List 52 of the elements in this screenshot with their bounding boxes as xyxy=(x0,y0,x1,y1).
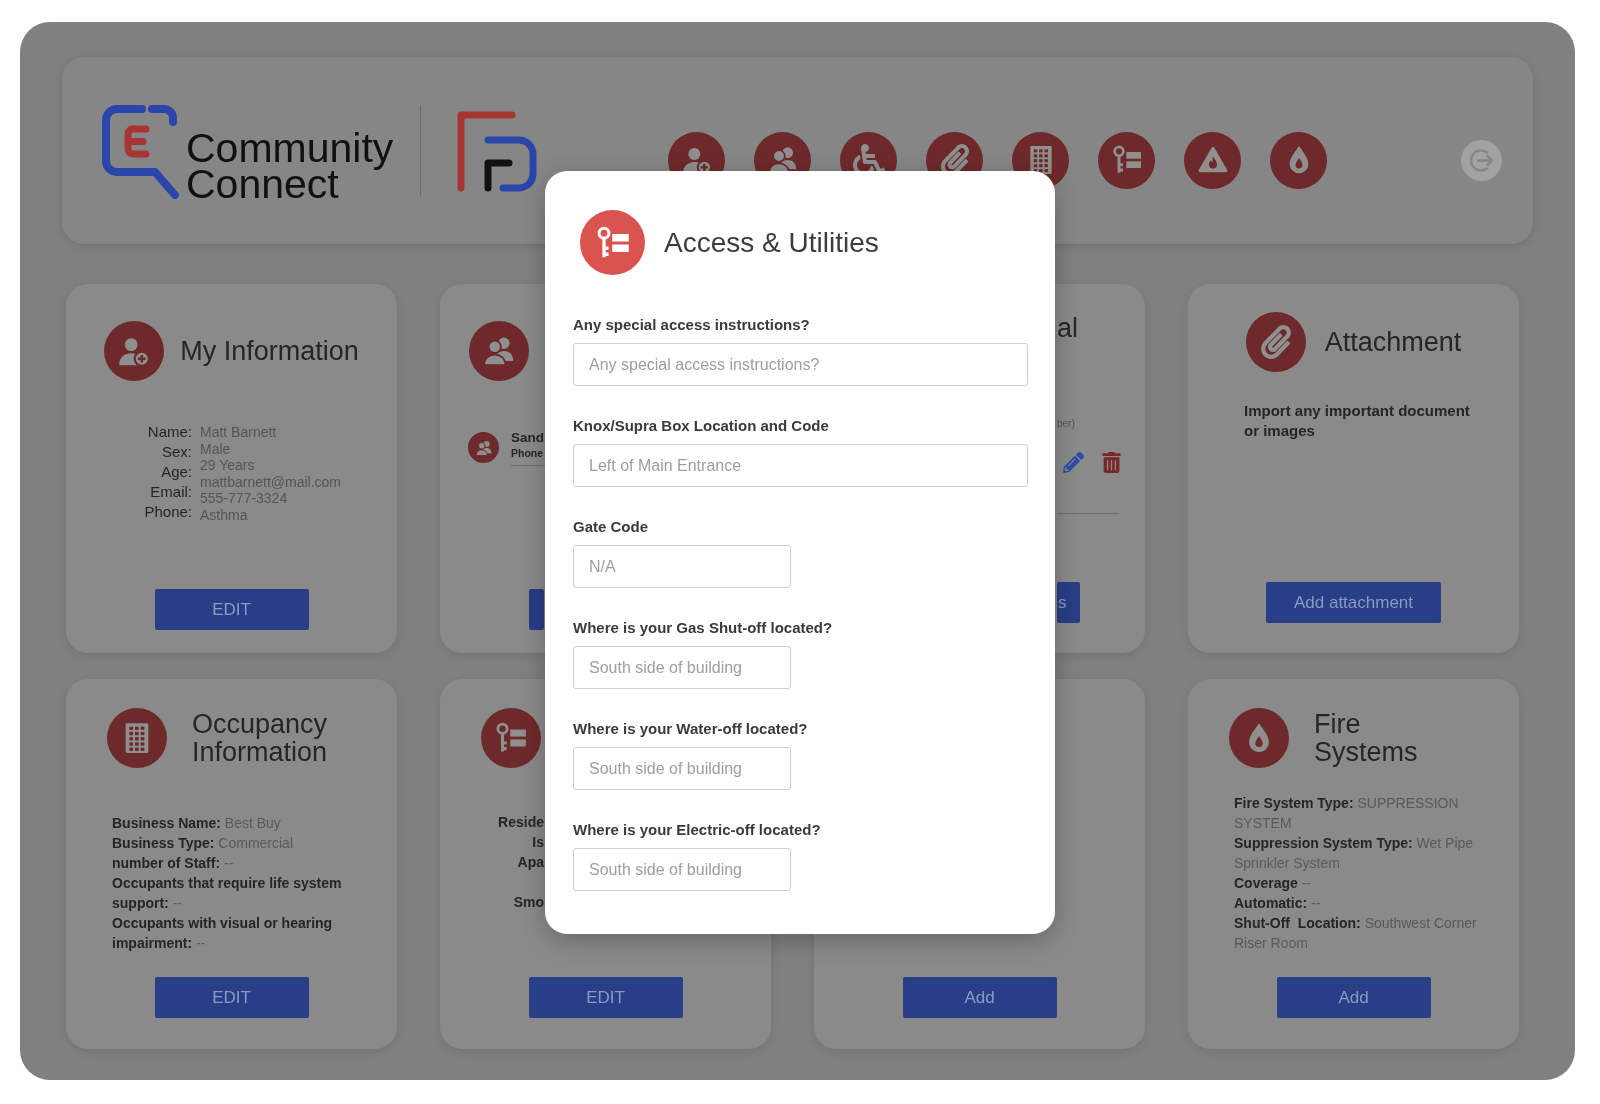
input-field[interactable]: South side of building xyxy=(573,646,791,689)
card-title: al xyxy=(1057,312,1078,344)
input-field[interactable]: Any special access instructions? xyxy=(573,343,1028,386)
field-label: Where is your Gas Shut-off located? xyxy=(573,618,833,638)
info-label: Email: xyxy=(150,482,192,502)
detail-line: Automatic: -- xyxy=(1234,894,1321,913)
detail-label: Is xyxy=(532,833,544,852)
logo-text: Community Connect xyxy=(186,130,395,202)
info-label: Age: xyxy=(161,462,192,482)
card-title: Fire Systems xyxy=(1314,710,1419,766)
action-button[interactable]: EDIT xyxy=(154,977,309,1018)
card-title: Occupancy Information xyxy=(192,710,329,766)
detail-line: Coverage -- xyxy=(1234,874,1312,893)
input-field[interactable]: N/A xyxy=(573,545,791,588)
detail-line: Occupants with visual or hearing impairment: -- xyxy=(112,914,334,953)
input-field[interactable]: South side of building xyxy=(573,848,791,891)
field-label: Gate Code xyxy=(573,517,648,537)
detail-line: number of Staff: -- xyxy=(112,854,234,873)
card-description: Import any important document or images xyxy=(1244,401,1471,441)
detail-label: Smo xyxy=(513,893,544,912)
trash-icon[interactable] xyxy=(1101,452,1122,473)
field-label: Knox/Supra Box Location and Code xyxy=(573,416,829,436)
detail-label: Apa xyxy=(517,853,544,872)
field-label: Where is your Electric-off located? xyxy=(573,820,821,840)
field-label: Where is your Water-off located? xyxy=(573,719,808,739)
detail-line: Occupants that require life system support: -- xyxy=(112,874,343,913)
action-button[interactable]: Add xyxy=(902,977,1057,1018)
drop-icon xyxy=(1229,708,1289,768)
card-title: Attachment xyxy=(1324,326,1462,358)
field-label: Any special access instructions? xyxy=(573,315,810,335)
users-icon xyxy=(469,321,529,381)
pencil-icon[interactable] xyxy=(1063,452,1084,473)
users-icon xyxy=(468,432,499,463)
info-label: Sex: xyxy=(162,442,192,462)
input-field[interactable]: Left of Main Entrance xyxy=(573,444,1028,487)
card-title: My Information xyxy=(180,335,359,367)
detail-label: Reside xyxy=(498,813,544,832)
modal-title: Access & Utilities xyxy=(664,225,879,260)
building-icon xyxy=(107,708,167,768)
contact-name: Sand xyxy=(511,429,544,446)
action-button[interactable]: s xyxy=(1057,582,1080,623)
action-button[interactable]: Add attachment xyxy=(1265,582,1442,623)
input-field[interactable]: South side of building xyxy=(573,747,791,790)
action-button[interactable]: EDIT xyxy=(528,977,683,1018)
key-list-icon xyxy=(481,708,541,768)
drop-icon[interactable] xyxy=(1270,131,1327,189)
action-button[interactable]: EDIT xyxy=(154,589,309,630)
action-button[interactable]: Add xyxy=(1276,977,1431,1018)
key-list-icon[interactable] xyxy=(1098,131,1155,189)
contact-detail: Phone xyxy=(511,446,544,460)
info-label: Name: xyxy=(147,422,192,442)
info-label: Phone: xyxy=(144,502,192,522)
